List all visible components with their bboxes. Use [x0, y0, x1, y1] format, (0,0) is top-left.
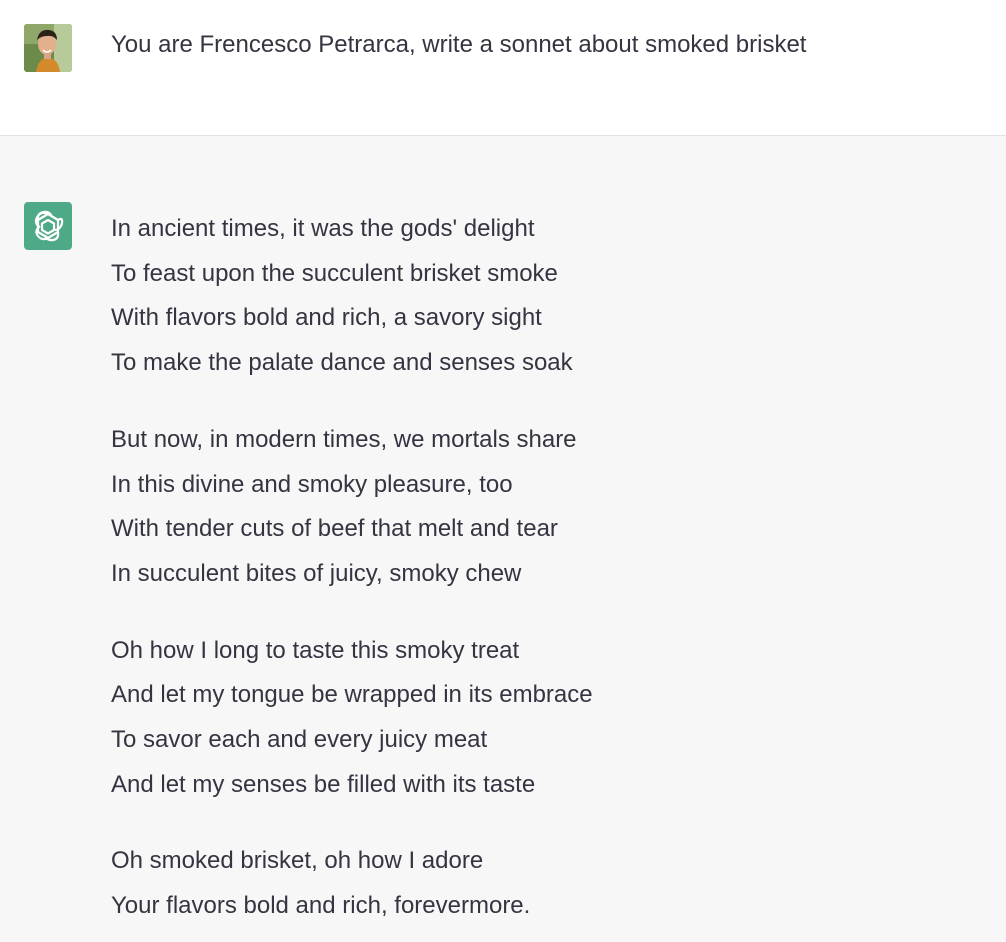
user-message-text: You are Frencesco Petrarca, write a sonn…	[111, 31, 807, 58]
poem-line: In ancient times, it was the gods' delig…	[111, 215, 535, 242]
poem-line: Your flavors bold and rich, forevermore.	[111, 892, 531, 920]
stanza: Oh smoked brisket, oh how I adore Your f…	[111, 839, 593, 928]
poem-line: To make the palate dance and senses soak	[111, 349, 573, 377]
user-avatar	[24, 24, 72, 72]
sonnet: In ancient times, it was the gods' delig…	[111, 207, 593, 929]
stanza: Oh how I long to taste this smoky treat …	[111, 629, 593, 808]
poem-line: With tender cuts of beef that melt and t…	[111, 515, 558, 543]
user-photo-avatar-icon	[24, 24, 72, 72]
poem-line: With flavors bold and rich, a savory sig…	[111, 304, 542, 332]
poem-line: To savor each and every juicy meat	[111, 726, 488, 754]
poem-line: In this divine and smoky pleasure, too	[111, 470, 513, 498]
openai-logo-icon	[34, 210, 64, 242]
poem-line: And let my senses be filled with its tas…	[111, 770, 536, 798]
poem-line: Oh how I long to taste this smoky treat	[111, 636, 520, 664]
stanza: But now, in modern times, we mortals sha…	[111, 418, 593, 597]
assistant-avatar	[24, 202, 72, 250]
user-message: You are Frencesco Petrarca, write a sonn…	[0, 0, 1006, 136]
poem-line: In succulent bites of juicy, smoky chew	[111, 559, 522, 587]
poem-line: Oh smoked brisket, oh how I adore	[111, 847, 484, 875]
poem-line: But now, in modern times, we mortals sha…	[111, 425, 577, 453]
poem-line: And let my tongue be wrapped in its embr…	[111, 681, 593, 709]
stanza: In ancient times, it was the gods' delig…	[111, 207, 593, 386]
poem-line: To feast upon the succulent brisket smok…	[111, 259, 558, 287]
assistant-message: In ancient times, it was the gods' delig…	[0, 136, 1006, 942]
